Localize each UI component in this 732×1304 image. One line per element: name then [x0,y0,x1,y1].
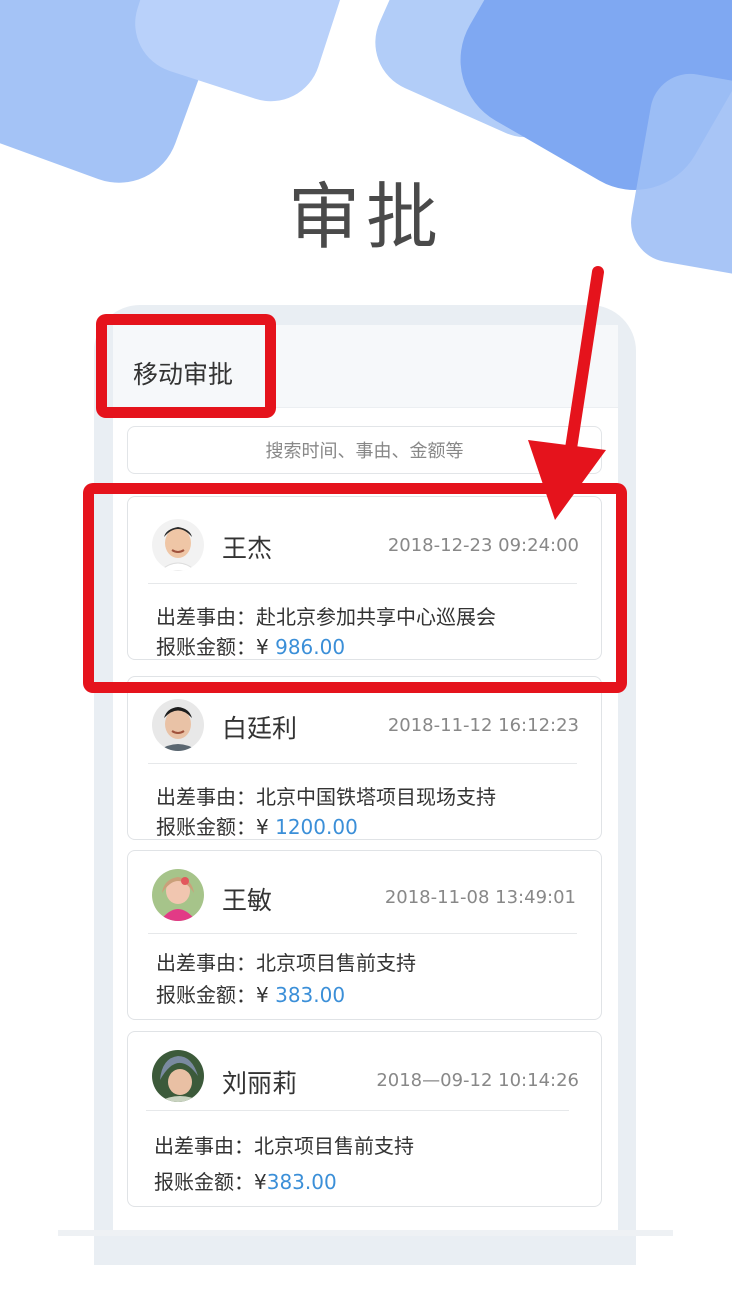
arrow-icon [528,266,606,520]
